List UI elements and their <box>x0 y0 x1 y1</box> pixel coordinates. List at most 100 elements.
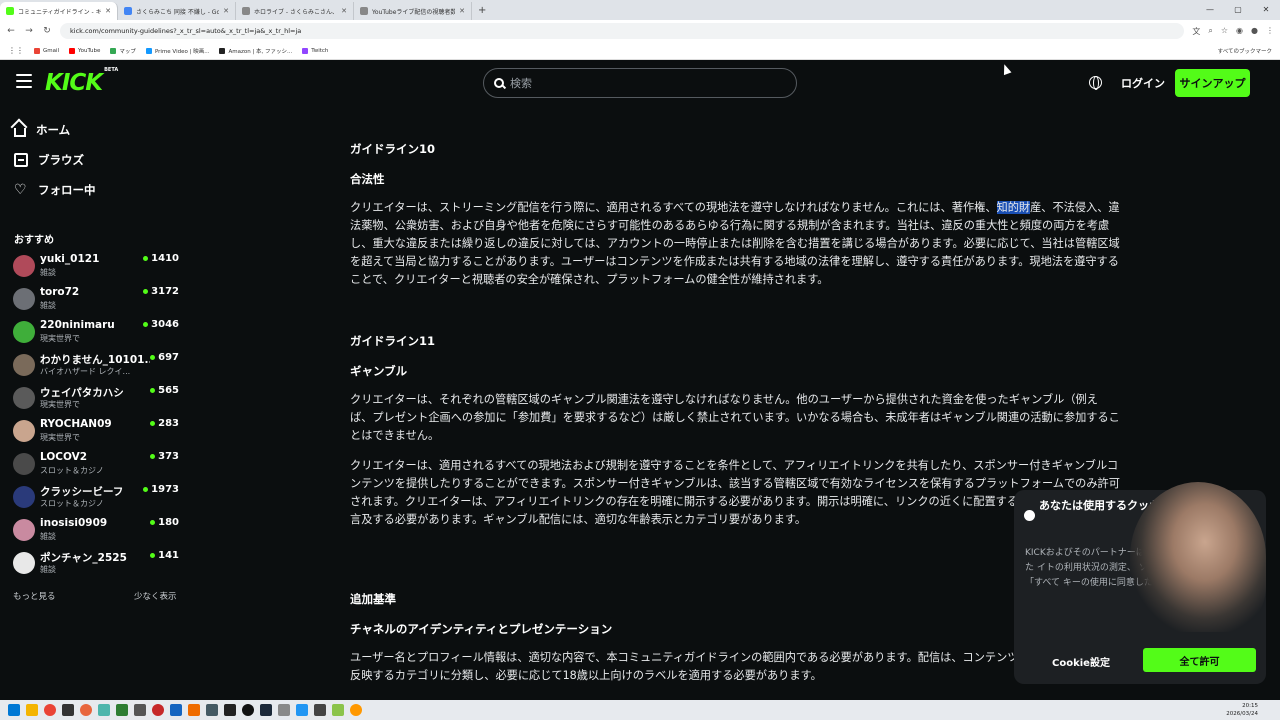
extension-icon[interactable]: ◉ <box>1236 26 1243 37</box>
channel-name: ウェイパタカハシ <box>40 387 124 399</box>
zoom-icon[interactable]: ⌕ <box>1208 26 1212 37</box>
live-dot-icon <box>150 355 156 360</box>
close-tab-icon[interactable]: ✕ <box>105 7 111 15</box>
sidebar-item-browse[interactable]: ブラウズ <box>14 152 84 168</box>
browser-tab[interactable]: さくらみこち 同接 不嫌し - Googl✕ <box>118 2 236 20</box>
show-less-link[interactable]: 少なく表示 <box>134 590 177 602</box>
bookmark-item[interactable]: YouTube <box>69 47 100 55</box>
bookmark-item[interactable]: Gmail <box>34 47 59 55</box>
live-dot-icon <box>150 388 156 393</box>
app-icon[interactable] <box>296 704 308 716</box>
avatar <box>13 519 35 541</box>
url-field[interactable]: kick.com/community-guidelines?_x_tr_sl=a… <box>60 23 1185 39</box>
allow-all-cookies-button[interactable]: 全て許可 <box>1143 648 1256 672</box>
channel-name: RYOCHAN09 <box>40 418 112 430</box>
avatar <box>13 288 35 310</box>
site-header: KICKBETA ログイン サインアップ <box>0 60 1280 106</box>
extra-standards-title: 追加基準 <box>350 592 396 606</box>
viewer-count: 1410 <box>143 253 179 264</box>
forward-icon[interactable]: → <box>24 26 34 36</box>
recommended-channel[interactable]: ポンチャン_2525 雑談 141 <box>13 550 183 578</box>
cookie-settings-button[interactable]: Cookie設定 <box>1028 650 1134 672</box>
close-tab-icon[interactable]: ✕ <box>459 7 465 15</box>
file-explorer-icon[interactable] <box>26 704 38 716</box>
app-icon[interactable] <box>314 704 326 716</box>
webcam-overlay <box>1130 482 1266 632</box>
kick-logo[interactable]: KICK BETA <box>45 67 118 96</box>
maximize-button[interactable]: ▢ <box>1224 0 1252 20</box>
chrome-icon[interactable] <box>44 704 56 716</box>
start-icon[interactable] <box>8 704 20 716</box>
language-globe-icon[interactable] <box>1089 76 1102 90</box>
sidebar: ホーム ブラウズ ♡ フォロー中 おすすめ yuki_0121 雑談 1410 … <box>0 106 190 700</box>
browser-tab[interactable]: YouTubeライブ配信の視聴者数仕…✕ <box>354 2 472 20</box>
minimize-button[interactable]: — <box>1196 0 1224 20</box>
browser-tab[interactable]: ホロライブ - さくらみこさん、配信の… ✕ <box>236 2 354 20</box>
bookmark-item[interactable]: Amazon | 本, ファッシ... <box>219 47 292 55</box>
selected-text-highlight: 知的財 <box>996 201 1031 214</box>
app-icon[interactable] <box>116 704 128 716</box>
guideline-11-title: ガイドライン11 <box>350 334 436 348</box>
all-bookmarks-link[interactable]: すべてのブックマーク <box>1218 47 1272 55</box>
steam-icon[interactable] <box>260 704 272 716</box>
sidebar-item-home[interactable]: ホーム <box>14 122 70 138</box>
app-icon[interactable] <box>170 704 182 716</box>
guideline-10-title: ガイドライン10 <box>350 142 436 156</box>
recommended-channel[interactable]: ウェイパタカハシ 現実世界で 565 <box>13 385 183 413</box>
show-more-link[interactable]: もっと見る <box>13 590 56 602</box>
search-bar[interactable] <box>483 68 797 98</box>
recommended-channel[interactable]: わかりません_10101... バイオハザード レクイ... 697 <box>13 352 183 380</box>
app-icon[interactable] <box>188 704 200 716</box>
signup-button[interactable]: サインアップ <box>1175 69 1250 97</box>
profile-icon[interactable]: ● <box>1251 26 1258 37</box>
channel-category: スロット＆カジノ <box>40 466 104 475</box>
close-tab-icon[interactable]: ✕ <box>223 7 229 15</box>
bookmark-item[interactable]: マップ <box>110 47 136 55</box>
channel-category: 雑談 <box>40 532 56 541</box>
avatar <box>13 552 35 574</box>
app-icon[interactable] <box>206 704 218 716</box>
bookmark-star-icon[interactable]: ☆ <box>1221 26 1228 37</box>
app-icon[interactable] <box>224 704 236 716</box>
app-icon[interactable] <box>278 704 290 716</box>
back-icon[interactable]: ← <box>6 26 16 36</box>
app-icon[interactable] <box>80 704 92 716</box>
login-button[interactable]: ログイン <box>1121 75 1165 91</box>
app-icon[interactable] <box>350 704 362 716</box>
channel-name: inosisi0909 <box>40 517 108 529</box>
recommended-channel[interactable]: inosisi0909 雑談 180 <box>13 517 183 545</box>
recommended-channel[interactable]: yuki_0121 雑談 1410 <box>13 253 183 281</box>
recommended-channel[interactable]: 220ninimaru 現実世界で 3046 <box>13 319 183 347</box>
app-icon[interactable] <box>152 704 164 716</box>
new-tab-button[interactable]: + <box>472 2 492 20</box>
bookmark-item[interactable]: Prime Video | 映画... <box>145 47 209 55</box>
app-icon[interactable] <box>134 704 146 716</box>
browser-tab[interactable]: コミュニティガイドライン - キックストリ✕ <box>0 2 118 20</box>
app-icon[interactable] <box>242 704 254 716</box>
recommended-channel[interactable]: toro72 雑談 3172 <box>13 286 183 314</box>
close-window-button[interactable]: ✕ <box>1252 0 1280 20</box>
app-icon[interactable] <box>98 704 110 716</box>
recommended-channel[interactable]: RYOCHAN09 現実世界で 283 <box>13 418 183 446</box>
live-dot-icon <box>150 520 156 525</box>
app-icon[interactable] <box>332 704 344 716</box>
heart-icon: ♡ <box>14 182 27 198</box>
sidebar-item-following[interactable]: ♡ フォロー中 <box>14 182 96 198</box>
hamburger-menu-icon[interactable] <box>16 74 32 88</box>
search-input[interactable] <box>510 76 770 90</box>
viewer-count: 3046 <box>143 319 179 330</box>
app-icon[interactable] <box>62 704 74 716</box>
reload-icon[interactable]: ↻ <box>42 26 52 36</box>
menu-icon[interactable]: ⋮ <box>1266 26 1274 37</box>
bookmark-favicon-icon <box>302 47 309 54</box>
tab-favicon-icon <box>6 7 14 15</box>
recommended-channel[interactable]: クラッシービーフ スロット＆カジノ 1973 <box>13 484 183 512</box>
tab-favicon-icon <box>124 7 132 15</box>
avatar <box>13 486 35 508</box>
bookmark-item[interactable]: Twitch <box>302 47 328 55</box>
recommended-channel[interactable]: LOCOV2 スロット＆カジノ 373 <box>13 451 183 479</box>
apps-icon[interactable]: ⋮⋮ <box>8 46 24 55</box>
close-tab-icon[interactable]: ✕ <box>341 7 347 15</box>
guidelines-content: ガイドライン10 合法性 クリエイターは、ストリーミング配信を行う際に、適用され… <box>350 106 1130 700</box>
translate-icon[interactable]: 文 <box>1192 26 1200 37</box>
